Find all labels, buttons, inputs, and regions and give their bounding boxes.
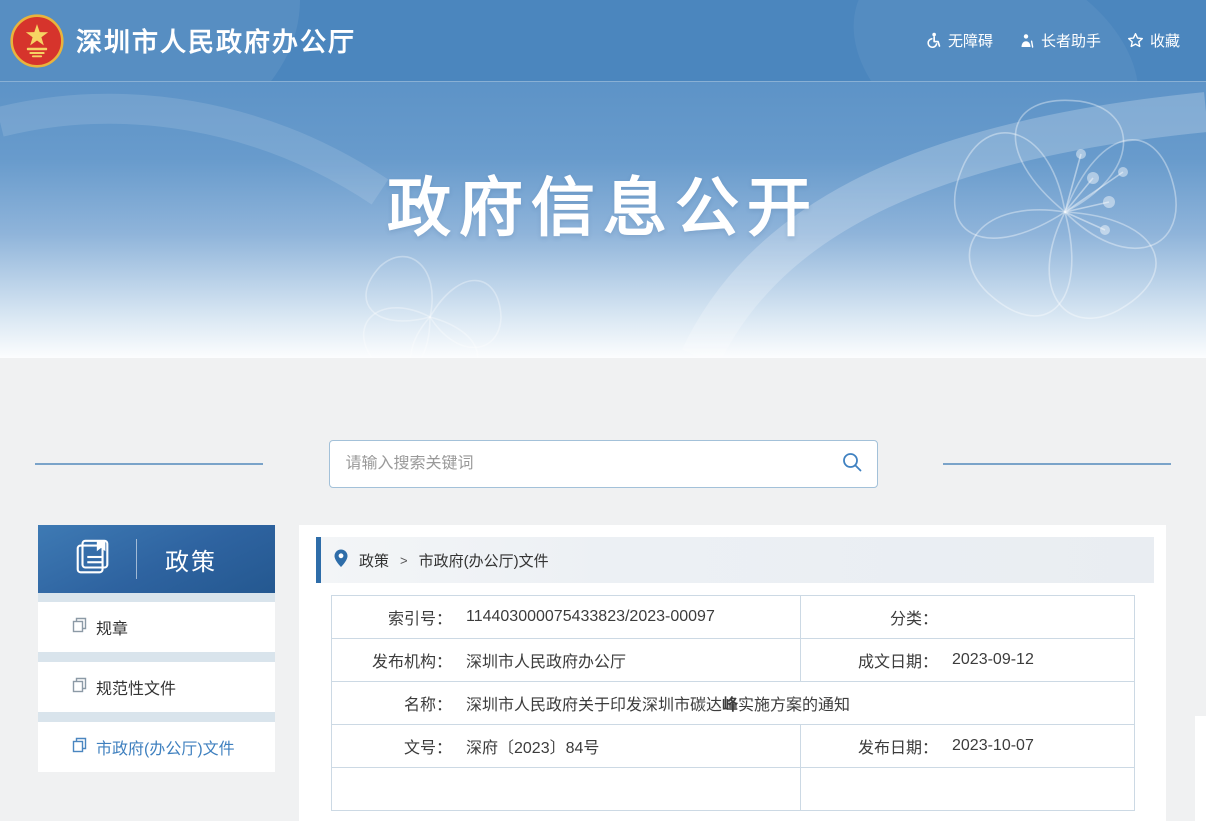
document-icon	[72, 677, 87, 698]
document-icon	[72, 617, 87, 638]
site-title: 深圳市人民政府办公厅	[76, 22, 356, 59]
table-row	[332, 768, 1135, 811]
table-row: 索引号： 114403000075433823/2023-00097 分类：	[332, 596, 1135, 639]
page-banner: 政府信息公开	[0, 82, 1206, 358]
breadcrumb-current: 市政府(办公厅)文件	[419, 550, 549, 571]
favorite-link[interactable]: 收藏	[1127, 30, 1180, 51]
index-number-label: 索引号：	[332, 605, 452, 629]
sidebar-item-municipal-documents[interactable]: 市政府(办公厅)文件	[38, 722, 275, 772]
decorative-line-right	[943, 463, 1171, 465]
breadcrumb: 政策 > 市政府(办公厅)文件	[316, 537, 1154, 583]
search-row	[0, 440, 1206, 488]
elder-mode-label: 长者助手	[1041, 30, 1101, 51]
publish-date-value: 2023-10-07	[952, 737, 1034, 755]
sidebar-menu: 规章 规范性文件	[38, 593, 275, 772]
document-name-value: 深圳市人民政府关于印发深圳市碳达峰实施方案的通知	[466, 691, 850, 715]
sidebar-item-normative-documents[interactable]: 规范性文件	[38, 662, 275, 712]
sidebar-item-label: 市政府(办公厅)文件	[96, 735, 235, 759]
date-written-label: 成文日期：	[801, 648, 938, 672]
issuing-agency-label: 发布机构：	[332, 648, 452, 672]
sidebar-header-divider	[136, 539, 137, 579]
elder-person-icon	[1019, 33, 1035, 49]
issuing-agency-value: 深圳市人民政府办公厅	[466, 648, 626, 672]
content-section: 政策 规章	[0, 358, 1206, 821]
accessibility-icon	[925, 32, 942, 49]
content-row: 政策 规章	[38, 525, 1206, 821]
date-written-value: 2023-09-12	[952, 651, 1034, 669]
book-icon	[72, 536, 114, 583]
top-header: 深圳市人民政府办公厅 无障碍 长者助手	[0, 0, 1206, 82]
sidebar-item-label: 规章	[96, 615, 128, 639]
document-icon	[72, 737, 87, 758]
search-icon[interactable]	[841, 451, 863, 478]
doc-number-label: 文号：	[332, 734, 452, 758]
doc-number-value: 深府〔2023〕84号	[466, 734, 599, 758]
sidebar-item-regulations[interactable]: 规章	[38, 602, 275, 652]
main-panel: 政策 > 市政府(办公厅)文件 索引号： 114403000075433823/…	[299, 525, 1166, 821]
sidebar-header: 政策	[38, 525, 275, 593]
search-box	[329, 440, 878, 488]
top-utility-links: 无障碍 长者助手 收藏	[925, 30, 1180, 51]
location-pin-icon	[334, 549, 348, 572]
elder-mode-link[interactable]: 长者助手	[1019, 30, 1101, 51]
breadcrumb-root-link[interactable]: 政策	[359, 550, 389, 571]
document-info-table: 索引号： 114403000075433823/2023-00097 分类：	[331, 595, 1135, 811]
table-row: 文号： 深府〔2023〕84号 发布日期： 2023-10-07	[332, 725, 1135, 768]
accessibility-label: 无障碍	[948, 30, 993, 51]
scrollbar-gutter	[1195, 716, 1206, 821]
national-emblem-logo	[10, 14, 64, 68]
site-brand[interactable]: 深圳市人民政府办公厅	[10, 14, 356, 68]
document-name-label: 名称：	[332, 691, 452, 715]
search-input[interactable]	[346, 455, 841, 473]
page-title: 政府信息公开	[387, 157, 819, 249]
sidebar-title: 政策	[165, 542, 217, 577]
accessibility-link[interactable]: 无障碍	[925, 30, 993, 51]
category-label: 分类：	[801, 605, 938, 629]
star-outline-icon	[1127, 32, 1144, 49]
sidebar: 政策 规章	[38, 525, 275, 782]
sidebar-item-label: 规范性文件	[96, 675, 176, 699]
table-row: 发布机构： 深圳市人民政府办公厅 成文日期： 2023-09-12	[332, 639, 1135, 682]
favorite-label: 收藏	[1150, 30, 1180, 51]
index-number-value: 114403000075433823/2023-00097	[466, 608, 715, 626]
breadcrumb-separator: >	[400, 553, 408, 568]
highlighted-keyword: 峰	[722, 697, 738, 714]
publish-date-label: 发布日期：	[801, 734, 938, 758]
decorative-line-left	[35, 463, 263, 465]
table-row: 名称： 深圳市人民政府关于印发深圳市碳达峰实施方案的通知	[332, 682, 1135, 725]
